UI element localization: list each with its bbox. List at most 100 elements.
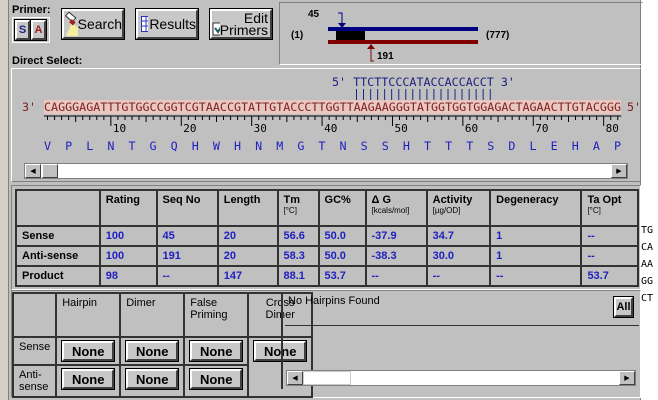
analysis-table: Hairpin Dimer False Priming Cross Dimer …	[11, 292, 314, 398]
antisense-arrow-icon	[370, 47, 374, 62]
row-label: Anti-sense	[15, 245, 101, 267]
primer-design-window: Primer: S A Search Results Edit Primers D…	[9, 0, 643, 400]
scroll-thumb[interactable]	[303, 371, 351, 385]
bg-text: CA	[641, 242, 654, 253]
primer-label: Primer:	[12, 4, 51, 16]
cell-value: 20	[216, 225, 279, 247]
row-label: Sense	[15, 225, 101, 247]
sense-row-label: Sense	[11, 336, 58, 366]
row-label: Product	[15, 265, 101, 287]
cell-value: 50.0	[317, 225, 367, 247]
sense-dimer-button[interactable]: None	[125, 340, 180, 362]
template-5prime: 5'	[627, 100, 642, 114]
antisense-row-label: Anti-sense	[11, 364, 58, 398]
cell-value: 1	[489, 225, 583, 247]
bg-text: GG	[641, 276, 654, 287]
scroll-left-icon[interactable]: ◀	[25, 164, 41, 178]
sequence-panel: 5' TTCTTCCCATACCACCACCT 3' |||||||||||||…	[11, 68, 641, 182]
bg-text: CT	[641, 293, 654, 304]
primers-label: Primers	[219, 22, 268, 38]
sense-toggle[interactable]: S	[14, 19, 31, 41]
scroll-thumb[interactable]	[42, 164, 58, 178]
bg-text: AA	[641, 259, 654, 270]
cell-value: 191	[155, 245, 219, 267]
results-header: Ta Opt [°C]	[580, 189, 639, 227]
false-priming-header: False Priming	[183, 292, 250, 338]
results-header: Seq No	[155, 189, 219, 227]
cell-value: 30.0	[425, 245, 492, 267]
bg-text: TG	[641, 225, 654, 236]
antisense-strand-bar	[328, 40, 478, 44]
cell-value: 100	[98, 245, 158, 267]
antisense-toggle[interactable]: A	[30, 19, 47, 41]
ruler-label: 50	[394, 122, 408, 135]
edit-checkbox-icon	[212, 20, 220, 36]
cell-value: --	[580, 225, 639, 247]
results-header: Length	[216, 189, 279, 227]
product-region	[336, 31, 365, 40]
flashlight-icon	[64, 12, 78, 36]
table-icon	[141, 16, 149, 32]
direct-select-label: Direct Select:	[12, 55, 83, 67]
template-sequence[interactable]: CAGGGAGATTTGTGGCCGGTCGTAACCGTATTGTACCCTT…	[44, 100, 621, 114]
cell-value: -37.9	[364, 225, 428, 247]
cell-value: 50.0	[317, 245, 367, 267]
results-header: Δ G [kcals/mol]	[364, 189, 428, 227]
cell-value: 53.7	[580, 265, 639, 287]
hairpin-detail-panel: No Hairpins Found All ◀ ▶	[281, 292, 640, 389]
cell-value: 100	[98, 225, 158, 247]
table-row: Product 98 -- 147 88.1 53.7 -- -- -- 53.7	[15, 265, 639, 287]
all-button[interactable]: All	[613, 296, 634, 318]
cell-value: --	[489, 265, 583, 287]
cell-value: --	[580, 245, 639, 267]
results-header: GC%	[317, 189, 367, 227]
sense-false-priming-button[interactable]: None	[189, 340, 244, 362]
cell-value: --	[364, 265, 428, 287]
cell-value: 1	[489, 245, 583, 267]
match-bars: ||||||||||||||||||||	[353, 87, 494, 101]
cell-value: --	[155, 265, 219, 287]
antisense-dimer-button[interactable]: None	[125, 368, 180, 390]
map-graphic	[328, 12, 478, 62]
table-row: Anti-sense 100 191 20 58.3 50.0 -38.3 30.0 1 --	[15, 245, 639, 267]
scroll-left-icon[interactable]: ◀	[287, 371, 303, 385]
antisense-false-priming-button[interactable]: None	[189, 368, 244, 390]
ruler-label: 80	[605, 122, 619, 135]
cell-value: 147	[216, 265, 279, 287]
ruler-label: 40	[324, 122, 338, 135]
analysis-message: No Hairpins Found	[288, 295, 380, 307]
results-header: Activity [µg/OD]	[425, 189, 492, 227]
background-window-left	[0, 0, 9, 400]
scroll-right-icon[interactable]: ▶	[619, 371, 635, 385]
ruler-label: 60	[464, 122, 479, 135]
edit-primers-button[interactable]: Edit Primers	[209, 8, 273, 40]
search-button[interactable]: Search	[61, 8, 125, 40]
dimer-header: Dimer	[119, 292, 186, 338]
antisense-hairpin-button[interactable]: None	[61, 368, 116, 390]
search-label: Search	[77, 16, 122, 32]
sequence-scrollbar[interactable]: ◀ ▶	[24, 163, 628, 179]
results-button[interactable]: Results	[135, 8, 199, 40]
results-header: Tm [°C]	[276, 189, 320, 227]
cell-value: 98	[98, 265, 158, 287]
ruler-label: 10	[112, 122, 127, 135]
sense-hairpin-button[interactable]: None	[61, 340, 116, 362]
cell-value: 53.7	[317, 265, 367, 287]
ruler-label: 20	[183, 122, 197, 135]
cell-value: 88.1	[276, 265, 320, 287]
hairpin-header: Hairpin	[55, 292, 122, 338]
cell-value: 56.6	[276, 225, 320, 247]
cell-value: --	[425, 265, 492, 287]
cell-value: 34.7	[425, 225, 492, 247]
detail-scrollbar[interactable]: ◀ ▶	[286, 370, 636, 386]
scroll-right-icon[interactable]: ▶	[611, 164, 627, 178]
table-row: Sense 100 45 20 56.6 50.0 -37.9 34.7 1 --	[15, 225, 639, 247]
template-3prime: 3'	[22, 100, 37, 114]
primer-map: 45 (1) (777) 191	[279, 2, 643, 65]
results-header: Rating	[98, 189, 158, 227]
cell-value: 45	[155, 225, 219, 247]
cell-value: -38.3	[364, 245, 428, 267]
cell-value: 58.3	[276, 245, 320, 267]
ruler-label: 30	[253, 122, 267, 135]
ruler-label: 70	[535, 122, 549, 135]
